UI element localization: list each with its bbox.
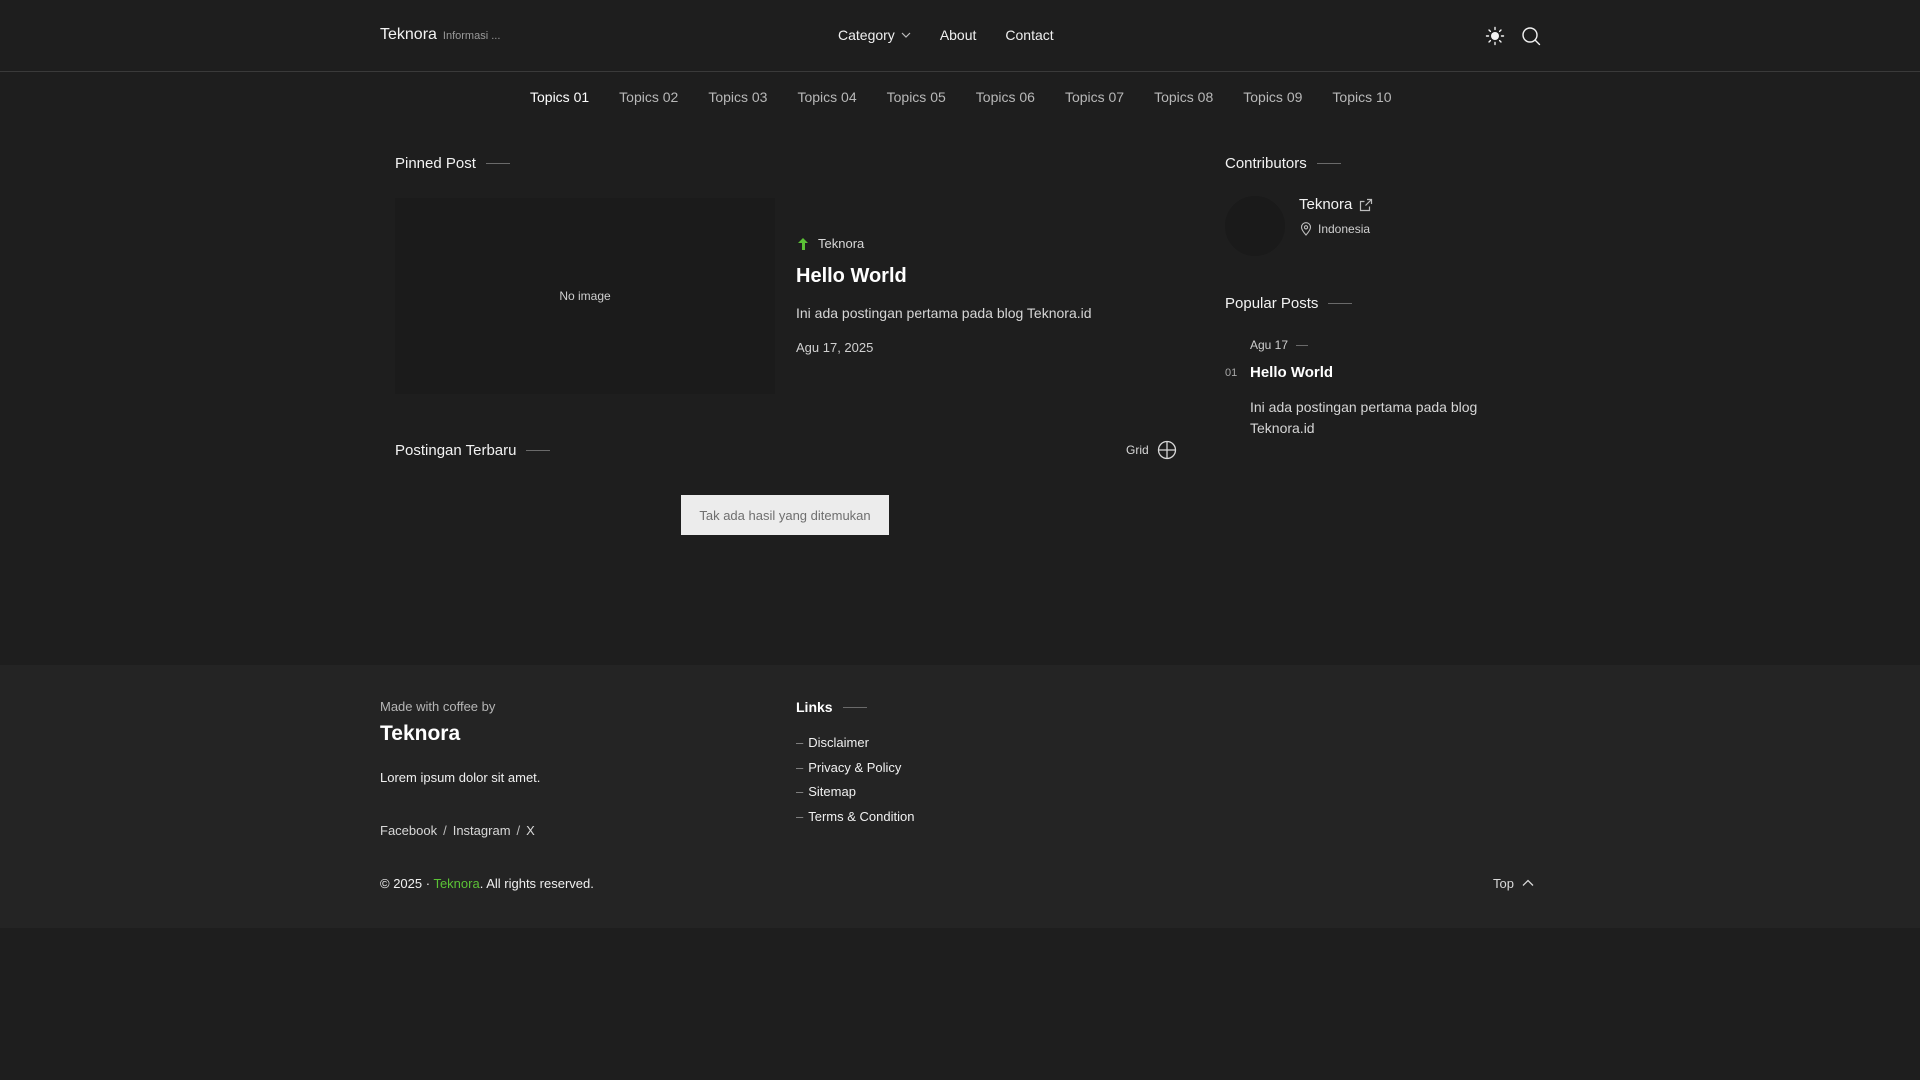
footer-link-privacy[interactable]: Privacy & Policy xyxy=(808,760,901,785)
latest-posts-title: Postingan Terbaru xyxy=(395,442,517,459)
list-item: – Disclaimer xyxy=(796,735,914,760)
pinned-post-author: Teknora xyxy=(796,236,864,251)
topic-10[interactable]: Topics 10 xyxy=(1332,89,1391,105)
pinned-post-date: Agu 17, 2025 xyxy=(796,340,874,355)
copyright: © 2025 · Teknora. All rights reserved. xyxy=(380,876,594,891)
heading-rule xyxy=(1316,163,1341,164)
contributors-title: Contributors xyxy=(1225,155,1307,172)
popular-post-date-text: Agu 17 xyxy=(1250,338,1289,352)
contributors-heading: Contributors xyxy=(1225,155,1341,172)
nav-about[interactable]: About xyxy=(940,27,977,43)
nav-contact[interactable]: Contact xyxy=(1005,27,1053,43)
pinned-post-excerpt: Ini ada postingan pertama pada blog Tekn… xyxy=(796,305,1092,321)
footer-link-terms[interactable]: Terms & Condition xyxy=(808,809,914,834)
popular-post-headline[interactable]: Hello World xyxy=(1250,364,1333,381)
topics-nav: Topics 01 Topics 02 Topics 03 Topics 04 … xyxy=(530,89,1392,105)
author-logo-icon xyxy=(798,237,808,250)
search-icon[interactable] xyxy=(1520,25,1542,47)
footer-links-title: Links xyxy=(796,699,833,715)
pinned-post-headline[interactable]: Hello World xyxy=(796,265,907,288)
chevron-down-icon xyxy=(901,32,911,38)
social-facebook[interactable]: Facebook xyxy=(380,823,437,838)
topic-03[interactable]: Topics 03 xyxy=(708,89,767,105)
grid-icon xyxy=(1157,440,1176,460)
contributor-location-text: Indonesia xyxy=(1318,222,1371,236)
copyright-brand-link[interactable]: Teknora xyxy=(433,876,479,891)
link-dash: – xyxy=(796,759,804,775)
list-item: – Privacy & Policy xyxy=(796,760,914,785)
brand-tagline: Informasi ... xyxy=(442,30,501,42)
avatar[interactable] xyxy=(1225,196,1285,256)
grid-toggle-label: Grid xyxy=(1126,443,1149,457)
popular-posts-heading: Popular Posts xyxy=(1225,295,1353,312)
popular-post-number: 01 xyxy=(1225,367,1238,379)
back-to-top-button[interactable]: Top xyxy=(1493,875,1536,891)
chevron-up-icon xyxy=(1522,879,1534,886)
list-item: – Terms & Condition xyxy=(796,809,914,834)
copyright-suffix: . All rights reserved. xyxy=(479,876,594,891)
popular-posts-title: Popular Posts xyxy=(1225,295,1319,312)
popular-post-date: Agu 17 xyxy=(1250,338,1309,352)
heading-rule xyxy=(1328,303,1353,304)
empty-results-message: Tak ada hasil yang ditemukan xyxy=(681,495,889,535)
footer-links-list: – Disclaimer – Privacy & Policy – Sitemap –… xyxy=(796,735,914,833)
social-separator: / xyxy=(443,823,447,838)
heading-rule xyxy=(526,450,551,451)
pinned-post-image[interactable]: No image xyxy=(395,198,775,394)
topic-09[interactable]: Topics 09 xyxy=(1243,89,1302,105)
list-item: – Sitemap xyxy=(796,784,914,809)
site-brand[interactable]: Teknora Informasi ... xyxy=(380,26,500,44)
topic-04[interactable]: Topics 04 xyxy=(797,89,856,105)
site-header: Teknora Informasi ... Category About Con… xyxy=(0,0,1920,72)
topic-07[interactable]: Topics 07 xyxy=(1065,89,1124,105)
brand-name: Teknora xyxy=(380,26,437,43)
copyright-prefix: © 2025 · xyxy=(380,876,431,891)
social-instagram[interactable]: Instagram xyxy=(453,823,511,838)
heading-rule xyxy=(485,163,510,164)
social-separator: / xyxy=(516,823,521,838)
external-link-icon xyxy=(1360,198,1373,211)
nav-category-label: Category xyxy=(838,27,895,43)
link-dash: – xyxy=(796,784,804,799)
footer-brand: Teknora xyxy=(380,722,461,745)
location-pin-icon xyxy=(1300,222,1312,236)
topic-02[interactable]: Topics 02 xyxy=(619,89,678,105)
social-x[interactable]: X xyxy=(526,823,535,838)
footer-links-heading: Links xyxy=(796,699,867,715)
image-placeholder-text: No image xyxy=(559,289,611,303)
footer-link-sitemap[interactable]: Sitemap xyxy=(808,784,856,809)
header-actions xyxy=(1484,25,1542,47)
topic-08[interactable]: Topics 08 xyxy=(1154,89,1213,105)
link-dash: – xyxy=(796,808,804,824)
footer-link-disclaimer[interactable]: Disclaimer xyxy=(808,735,869,760)
pinned-post-title: Pinned Post xyxy=(395,155,476,172)
popular-post-excerpt: Ini ada postingan pertama pada blog Tekn… xyxy=(1250,399,1478,436)
contributor-name: Teknora xyxy=(1299,196,1353,213)
back-to-top-label: Top xyxy=(1493,875,1514,891)
date-rule xyxy=(1296,344,1309,346)
site-footer: Made with coffee by Teknora Lorem ipsum … xyxy=(0,665,1920,928)
nav-category[interactable]: Category xyxy=(838,27,911,43)
contributor-link[interactable]: Teknora xyxy=(1299,196,1373,213)
latest-posts-heading: Postingan Terbaru xyxy=(395,442,551,459)
social-links: Facebook / Instagram / X xyxy=(380,823,535,838)
grid-view-toggle[interactable]: Grid xyxy=(1126,440,1177,460)
pinned-post-heading: Pinned Post xyxy=(395,155,510,172)
footer-made-by: Made with coffee by xyxy=(380,699,496,714)
contributor-location: Indonesia xyxy=(1299,222,1370,236)
footer-description: Lorem ipsum dolor sit amet. xyxy=(380,770,541,785)
pinned-author-name: Teknora xyxy=(818,236,865,251)
sun-icon[interactable] xyxy=(1484,25,1506,47)
main-nav: Category About Contact xyxy=(838,27,1054,43)
link-dash: – xyxy=(796,735,804,750)
topic-05[interactable]: Topics 05 xyxy=(887,89,946,105)
topic-01[interactable]: Topics 01 xyxy=(530,89,589,105)
topic-06[interactable]: Topics 06 xyxy=(976,89,1035,105)
heading-rule xyxy=(842,706,867,708)
